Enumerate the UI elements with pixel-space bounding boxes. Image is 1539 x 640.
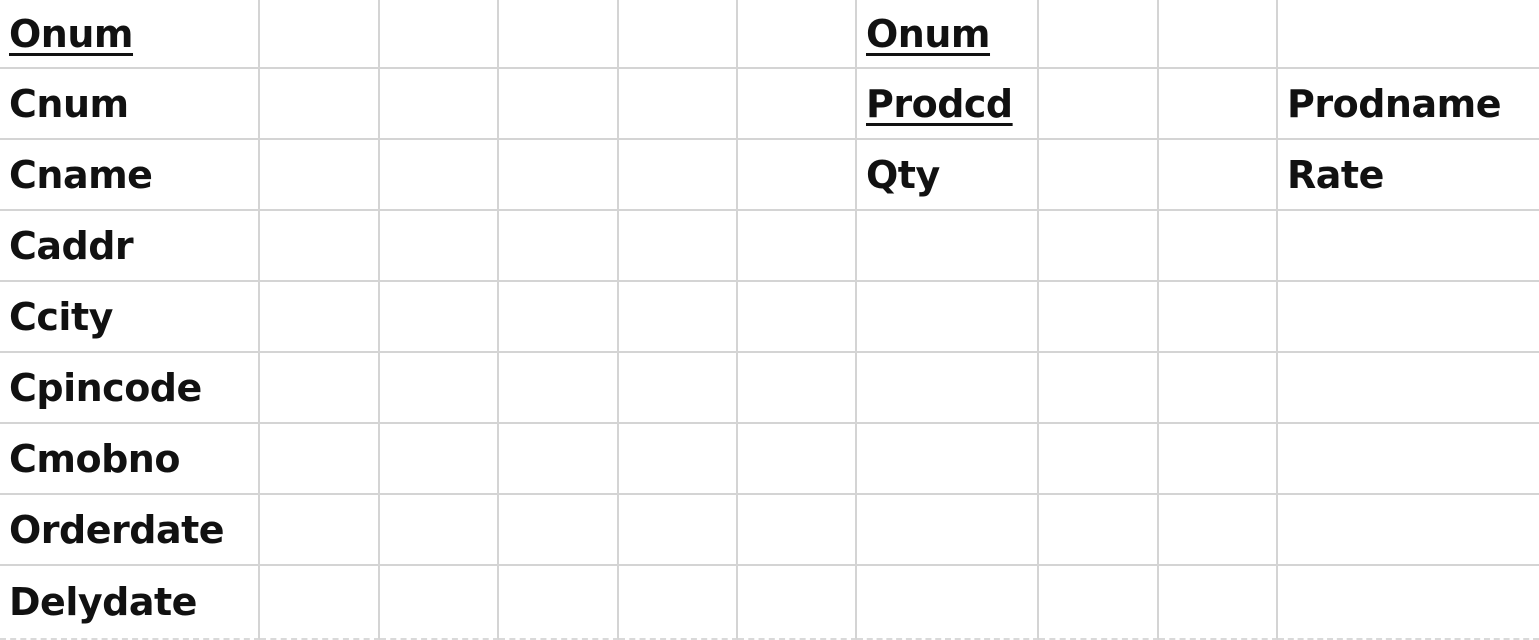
cell-r2-c1[interactable]: Cnum [0,69,260,140]
cell-r1-c9[interactable] [1159,0,1278,69]
cell-r8-c1[interactable]: Orderdate [0,495,260,566]
cell-r7-c7[interactable] [857,424,1039,495]
cell-r2-c5[interactable] [619,69,738,140]
cell-r1-c7[interactable]: Onum [857,0,1039,69]
cell-r1-c3[interactable] [380,0,499,69]
cell-r8-c6[interactable] [738,495,857,566]
cell-r9-c10[interactable] [1278,566,1539,640]
cell-r4-c7[interactable] [857,211,1039,282]
cell-r4-c2[interactable] [260,211,380,282]
cell-r5-c6[interactable] [738,282,857,353]
cell-r3-c8[interactable] [1039,140,1159,211]
cell-r3-c10[interactable]: Rate [1278,140,1539,211]
cell-r4-c6[interactable] [738,211,857,282]
cell-r8-c4[interactable] [499,495,619,566]
cell-r8-c3[interactable] [380,495,499,566]
cell-r3-c5[interactable] [619,140,738,211]
cell-r6-c3[interactable] [380,353,499,424]
cell-r5-c2[interactable] [260,282,380,353]
cell-r4-c10[interactable] [1278,211,1539,282]
cell-r9-c8[interactable] [1039,566,1159,640]
cell-r2-c7[interactable]: Prodcd [857,69,1039,140]
cell-r4-c1[interactable]: Caddr [0,211,260,282]
cell-r4-c4[interactable] [499,211,619,282]
cell-r3-c7[interactable]: Qty [857,140,1039,211]
cell-r8-c9[interactable] [1159,495,1278,566]
cell-r5-c1[interactable]: Ccity [0,282,260,353]
cell-r5-c9[interactable] [1159,282,1278,353]
cell-r1-c10[interactable] [1278,0,1539,69]
cell-r6-c7[interactable] [857,353,1039,424]
cell-r2-c4[interactable] [499,69,619,140]
cell-r5-c5[interactable] [619,282,738,353]
cell-r6-c4[interactable] [499,353,619,424]
cell-r7-c3[interactable] [380,424,499,495]
cell-r1-c1[interactable]: Onum [0,0,260,69]
cell-r2-c10[interactable]: Prodname [1278,69,1539,140]
cell-r6-c9[interactable] [1159,353,1278,424]
cell-r8-c5[interactable] [619,495,738,566]
cell-r9-c3[interactable] [380,566,499,640]
cell-r1-c4[interactable] [499,0,619,69]
cell-r7-c1[interactable]: Cmobno [0,424,260,495]
cell-r3-c1[interactable]: Cname [0,140,260,211]
cell-r2-c2[interactable] [260,69,380,140]
cell-r7-c9[interactable] [1159,424,1278,495]
cell-r9-c4[interactable] [499,566,619,640]
cell-r4-c5[interactable] [619,211,738,282]
cell-r7-c6[interactable] [738,424,857,495]
cell-r3-c4[interactable] [499,140,619,211]
cell-r9-c6[interactable] [738,566,857,640]
cell-r4-c8[interactable] [1039,211,1159,282]
cell-r8-c10[interactable] [1278,495,1539,566]
cell-r3-c2[interactable] [260,140,380,211]
cell-r4-c9[interactable] [1159,211,1278,282]
cell-r3-c9[interactable] [1159,140,1278,211]
cell-r5-c4[interactable] [499,282,619,353]
cell-r2-c6[interactable] [738,69,857,140]
cell-r1-c2[interactable] [260,0,380,69]
cell-r5-c3[interactable] [380,282,499,353]
cell-r9-c9[interactable] [1159,566,1278,640]
cell-r6-c2[interactable] [260,353,380,424]
cell-r2-c8[interactable] [1039,69,1159,140]
cell-r9-c1[interactable]: Delydate [0,566,260,640]
cell-r1-c8[interactable] [1039,0,1159,69]
cell-r2-c9[interactable] [1159,69,1278,140]
cell-r7-c10[interactable] [1278,424,1539,495]
cell-r6-c8[interactable] [1039,353,1159,424]
cell-r6-c6[interactable] [738,353,857,424]
cell-r3-c3[interactable] [380,140,499,211]
cell-r6-c10[interactable] [1278,353,1539,424]
cell-r8-c2[interactable] [260,495,380,566]
cell-r5-c7[interactable] [857,282,1039,353]
cell-r5-c10[interactable] [1278,282,1539,353]
spreadsheet-grid: Onum Onum Cnum Prodcd Prodname Cname Qty Rate Ca… [0,0,1539,640]
cell-r9-c7[interactable] [857,566,1039,640]
cell-r4-c3[interactable] [380,211,499,282]
cell-r9-c2[interactable] [260,566,380,640]
cell-r8-c8[interactable] [1039,495,1159,566]
cell-r8-c7[interactable] [857,495,1039,566]
cell-r7-c5[interactable] [619,424,738,495]
cell-r1-c6[interactable] [738,0,857,69]
cell-r9-c5[interactable] [619,566,738,640]
cell-r1-c5[interactable] [619,0,738,69]
cell-r7-c8[interactable] [1039,424,1159,495]
cell-r7-c4[interactable] [499,424,619,495]
cell-r2-c3[interactable] [380,69,499,140]
cell-r7-c2[interactable] [260,424,380,495]
cell-r6-c1[interactable]: Cpincode [0,353,260,424]
cell-r5-c8[interactable] [1039,282,1159,353]
cell-r3-c6[interactable] [738,140,857,211]
cell-r6-c5[interactable] [619,353,738,424]
